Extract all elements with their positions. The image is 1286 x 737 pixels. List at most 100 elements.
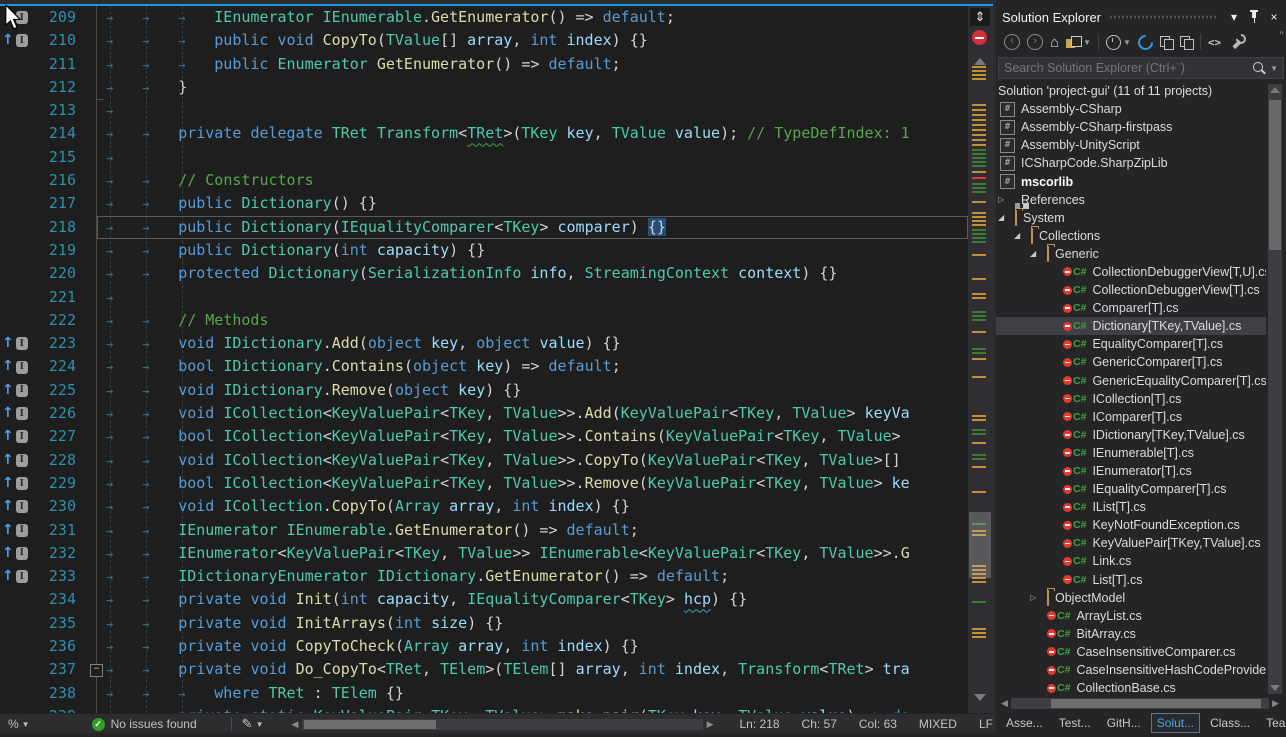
code-line-229[interactable]: ↑I229→→bool ICollection<KeyValuePair<TKe… — [0, 472, 968, 495]
horizontal-scrollbar[interactable]: ◀ ▶ — [287, 718, 717, 730]
panel-tab-class[interactable]: Class... — [1204, 713, 1256, 733]
tree-item-collectiondebuggerview-t-u-cs[interactable]: C#CollectionDebuggerView[T,U].cs — [996, 263, 1266, 281]
chevron-down-icon[interactable]: ▼ — [1270, 64, 1278, 73]
scrollbar-up-arrow[interactable] — [1270, 87, 1280, 93]
search-icon[interactable] — [1251, 61, 1266, 76]
line-number[interactable]: 214 — [0, 122, 76, 145]
line-number[interactable]: 236 — [0, 635, 76, 658]
code-line-209[interactable]: ↑I209→→→IEnumerator IEnumerable.GetEnume… — [0, 6, 968, 29]
panel-title-bar[interactable]: Solution Explorer ▾ × — [996, 6, 1286, 28]
refresh-button[interactable] — [1138, 33, 1153, 51]
line-number[interactable]: 237 — [0, 658, 76, 681]
code-line-213[interactable]: 213→ — [0, 99, 968, 122]
tree-item-icomparer-t-cs[interactable]: C#IComparer[T].cs — [996, 408, 1266, 426]
tree-item-iequalitycomparer-t-cs[interactable]: C#IEqualityComparer[T].cs — [996, 480, 1266, 498]
tree-item-idictionary-tkey-tvalue-cs[interactable]: C#IDictionary[TKey,TValue].cs — [996, 426, 1266, 444]
tree-item-references[interactable]: ▷References — [996, 191, 1266, 209]
tree-item-arraylist-cs[interactable]: C#ArrayList.cs — [996, 607, 1266, 625]
tree-vertical-scrollbar[interactable] — [1268, 84, 1282, 694]
tree-item-generic[interactable]: ◢Generic — [996, 245, 1266, 263]
scroll-right-arrow[interactable]: ▶ — [703, 719, 718, 730]
line-number[interactable]: 234 — [0, 588, 76, 611]
line-indicator[interactable]: Ln: 218 — [739, 717, 779, 731]
tree-item-dictionary-tkey-tvalue-cs[interactable]: C#Dictionary[TKey,TValue].cs — [996, 317, 1266, 335]
tree-item-ienumerator-t-cs[interactable]: C#IEnumerator[T].cs — [996, 462, 1266, 480]
fold-collapse-button[interactable]: − — [90, 664, 103, 677]
code-line-234[interactable]: 234→→private void Init(int capacity, IEq… — [0, 588, 968, 611]
tree-item-mscorlib[interactable]: #mscorlib — [996, 172, 1266, 190]
expand-arrow-icon[interactable]: ▷ — [998, 195, 1015, 204]
line-number[interactable]: 238 — [0, 682, 76, 705]
toolbar-overflow-button[interactable]: ’’ — [1279, 30, 1284, 42]
split-window-handle-icon[interactable]: ⇕ — [970, 8, 990, 26]
line-number[interactable]: 223 — [0, 332, 76, 355]
sync-with-active-document-button[interactable] — [1160, 33, 1173, 51]
line-number[interactable]: 217 — [0, 192, 76, 215]
code-line-221[interactable]: 221→ — [0, 286, 968, 309]
code-line-220[interactable]: 220→→protected Dictionary(SerializationI… — [0, 262, 968, 285]
code-line-235[interactable]: 235→→private void InitArrays(int size) {… — [0, 612, 968, 635]
close-button[interactable]: × — [1266, 9, 1282, 25]
home-button[interactable]: ⌂ — [1050, 33, 1059, 51]
line-number[interactable]: 235 — [0, 612, 76, 635]
code-line-214[interactable]: 214→→private delegate TRet Transform<TRe… — [0, 122, 968, 145]
code-line-212[interactable]: 212→→} — [0, 76, 968, 99]
scroll-left-arrow[interactable]: ◀ — [287, 719, 302, 730]
pending-changes-filter-button[interactable]: ▼ — [1106, 33, 1131, 51]
code-line-223[interactable]: ↑I223→→void IDictionary.Add(object key, … — [0, 332, 968, 355]
tree-item-ilist-t-cs[interactable]: C#IList[T].cs — [996, 498, 1266, 516]
formatting-marks-button[interactable]: ✎ ▼ — [242, 715, 264, 733]
tree-item-link-cs[interactable]: C#Link.cs — [996, 552, 1266, 570]
tree-item-genericcomparer-t-cs[interactable]: C#GenericComparer[T].cs — [996, 353, 1266, 371]
eol-indicator[interactable]: LF — [979, 717, 993, 731]
tree-item-caseinsensitivehashcodeprovider-cs[interactable]: C#CaseInsensitiveHashCodeProvider.cs — [996, 661, 1266, 679]
back-button[interactable]: ‹ — [1004, 33, 1020, 51]
code-line-236[interactable]: 236→→private void CopyToCheck(Array arra… — [0, 635, 968, 658]
tree-item-keyvaluepair-tkey-tvalue-cs[interactable]: C#KeyValuePair[TKey,TValue].cs — [996, 534, 1266, 552]
tree-item-icsharpcode-sharpziplib[interactable]: #ICSharpCode.SharpZipLib — [996, 154, 1266, 172]
tree-item-collectiondebuggerview-t-cs[interactable]: C#CollectionDebuggerView[T].cs — [996, 281, 1266, 299]
scrollbar-down-arrow[interactable] — [974, 694, 986, 701]
line-number[interactable]: 222 — [0, 309, 76, 332]
tree-item-ienumerable-t-cs[interactable]: C#IEnumerable[T].cs — [996, 444, 1266, 462]
code-line-216[interactable]: 216→→// Constructors — [0, 169, 968, 192]
tree-item-genericequalitycomparer-t-cs[interactable]: C#GenericEqualityComparer[T].cs — [996, 372, 1266, 390]
code-line-231[interactable]: ↑I231→→IEnumerator IEnumerable.GetEnumer… — [0, 519, 968, 542]
code-line-222[interactable]: 222→→// Methods — [0, 309, 968, 332]
line-number[interactable]: 219 — [0, 239, 76, 262]
tree-item-assembly-unityscript[interactable]: #Assembly-UnityScript — [996, 136, 1266, 154]
collapse-arrow-icon[interactable]: ◢ — [1030, 249, 1047, 258]
code-line-237[interactable]: 237−→→private void Do_CopyTo<TRet, TElem… — [0, 658, 968, 681]
expand-arrow-icon[interactable]: ▷ — [1030, 593, 1047, 602]
scrollbar-track[interactable] — [1011, 698, 1269, 709]
character-indicator[interactable]: Ch: 57 — [802, 717, 837, 731]
line-number[interactable]: 211 — [0, 53, 76, 76]
encoding-indicator[interactable]: MIXED — [919, 717, 957, 731]
tree-item-list-t-cs[interactable]: C#List[T].cs — [996, 571, 1266, 589]
panel-tab-gith[interactable]: GitH... — [1101, 713, 1147, 733]
tree-item-system[interactable]: ◢System — [996, 209, 1266, 227]
code-line-218[interactable]: 218→→public Dictionary(IEqualityComparer… — [97, 216, 968, 239]
panel-tab-tea[interactable]: Tea... — [1260, 713, 1286, 733]
properties-button[interactable] — [1228, 33, 1243, 51]
line-number[interactable]: 227 — [0, 425, 76, 448]
tree-item-assembly-csharp[interactable]: #Assembly-CSharp — [996, 100, 1266, 118]
tree-item-bitarray-cs[interactable]: C#BitArray.cs — [996, 625, 1266, 643]
code-line-238[interactable]: 238→→→where TRet : TElem {} — [0, 682, 968, 705]
scrollbar-thumb[interactable] — [969, 512, 991, 578]
panel-tab-asse[interactable]: Asse... — [1000, 713, 1049, 733]
switch-views-button[interactable]: ▼ — [1066, 33, 1091, 51]
line-number[interactable]: 232 — [0, 542, 76, 565]
line-number[interactable]: 224 — [0, 355, 76, 378]
tree-item-solution-project-gui-11-of-11-projects[interactable]: Solution 'project-gui' (11 of 11 project… — [996, 82, 1266, 100]
editor-vertical-scrollbar[interactable]: ⇕ — [968, 6, 993, 713]
panel-tab-solut[interactable]: Solut... — [1151, 713, 1200, 733]
code-line-230[interactable]: ↑I230→→void ICollection.CopyTo(Array arr… — [0, 495, 968, 518]
code-line-239[interactable]: 239→→private static KeyValuePair<TKey, T… — [0, 705, 968, 713]
line-number[interactable]: 225 — [0, 379, 76, 402]
zoom-control[interactable]: % ▼ — [8, 717, 30, 731]
line-number[interactable]: 231 — [0, 519, 76, 542]
code-line-210[interactable]: ↑I210→→→public void CopyTo(TValue[] arra… — [0, 29, 968, 52]
tree-item-icollection-t-cs[interactable]: C#ICollection[T].cs — [996, 390, 1266, 408]
tree-item-comparer-t-cs[interactable]: C#Comparer[T].cs — [996, 299, 1266, 317]
